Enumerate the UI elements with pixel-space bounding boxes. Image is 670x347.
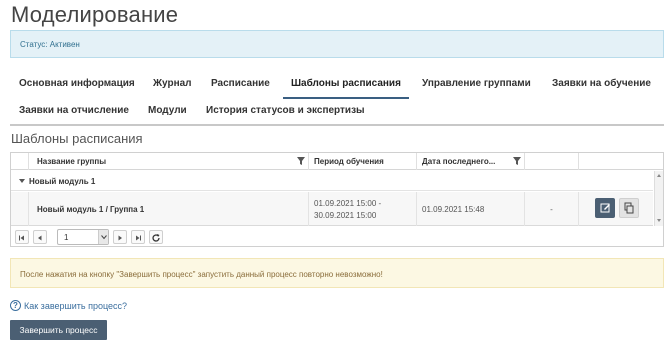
header-group-name[interactable]: Название группы: [29, 153, 309, 170]
cell-period-start: 01.09.2021 15:00 -: [314, 199, 382, 208]
header-group-name-label: Название группы: [37, 157, 107, 166]
last-page-button[interactable]: [131, 230, 145, 244]
header-col-4: [525, 153, 579, 170]
tab-status-history[interactable]: История статусов и экспертизы: [206, 105, 365, 116]
header-spacer: [11, 153, 29, 170]
table-row[interactable]: Новый модуль 1 / Группа 1 01.09.2021 15:…: [11, 192, 653, 226]
grid-header: Название группы Период обучения Дата пос…: [11, 153, 663, 170]
tab-modules[interactable]: Модули: [148, 105, 187, 116]
header-period[interactable]: Период обучения: [309, 153, 417, 170]
tab-journal[interactable]: Журнал: [153, 78, 192, 89]
chevron-down-icon: [101, 235, 107, 240]
last-page-icon: [136, 235, 141, 241]
edit-icon: [600, 203, 610, 213]
prev-page-icon: [38, 235, 42, 241]
help-link-text: Как завершить процесс?: [24, 301, 128, 311]
filter-icon[interactable]: [297, 157, 305, 165]
group-label: Новый модуль 1: [29, 177, 96, 186]
first-page-button[interactable]: [15, 230, 29, 244]
cell-group-name: Новый модуль 1 / Группа 1: [29, 192, 309, 226]
active-tab-underline: [283, 97, 409, 99]
cell-actions: [579, 192, 653, 226]
header-last-date-label: Дата последнего...: [422, 157, 496, 166]
status-text: Статус: Активен: [20, 40, 80, 49]
cell-last-date: 01.09.2021 15:48: [417, 192, 525, 226]
page-select-arrow[interactable]: [98, 230, 108, 244]
page-select[interactable]: 1: [57, 229, 109, 245]
next-page-button[interactable]: [113, 230, 127, 244]
tab-group-management[interactable]: Управление группами: [422, 78, 531, 89]
prev-page-button[interactable]: [33, 230, 47, 244]
refresh-button[interactable]: [149, 230, 163, 244]
warning-banner: После нажатия на кнопку "Завершить проце…: [10, 258, 664, 288]
tab-study-requests[interactable]: Заявки на обучение: [552, 78, 651, 89]
tab-expulsion-requests[interactable]: Заявки на отчисление: [19, 105, 129, 116]
pager: 1: [11, 227, 663, 246]
vertical-scrollbar[interactable]: [654, 171, 663, 226]
header-last-date[interactable]: Дата последнего...: [417, 153, 525, 170]
cell-period-end: 30.09.2021 15:00: [314, 211, 377, 220]
page-title: Моделирование: [11, 2, 179, 27]
first-page-icon: [19, 235, 24, 241]
copy-icon: [624, 202, 634, 214]
tab-bar: Основная информация Журнал Расписание Ша…: [10, 70, 664, 126]
edit-button[interactable]: [595, 198, 615, 218]
header-period-label: Период обучения: [314, 157, 384, 166]
tab-schedule-templates[interactable]: Шаблоны расписания: [283, 78, 409, 99]
tab-schedule[interactable]: Расписание: [211, 78, 270, 89]
tab-schedule-templates-label: Шаблоны расписания: [291, 78, 401, 89]
warning-text: После нажатия на кнопку "Завершить проце…: [20, 270, 383, 279]
refresh-icon: [152, 234, 160, 242]
header-actions: [579, 153, 663, 170]
scroll-down-icon[interactable]: [657, 219, 661, 222]
scroll-up-icon[interactable]: [657, 174, 661, 177]
collapse-triangle-icon[interactable]: [19, 179, 25, 183]
question-circle-icon: ?: [10, 300, 21, 311]
copy-button[interactable]: [619, 198, 639, 218]
status-banner: Статус: Активен: [10, 30, 664, 58]
finish-process-button[interactable]: Завершить процесс: [10, 320, 107, 340]
cell-period: 01.09.2021 15:00 - 30.09.2021 15:00: [309, 192, 417, 226]
cell-extra: -: [525, 192, 579, 226]
next-page-icon: [118, 235, 122, 241]
page-select-value: 1: [64, 233, 69, 242]
section-title: Шаблоны расписания: [11, 131, 143, 146]
schedule-templates-grid: Название группы Период обучения Дата пос…: [10, 152, 664, 247]
group-row[interactable]: Новый модуль 1: [11, 171, 653, 191]
row-indent: [11, 192, 29, 226]
tab-basic-info[interactable]: Основная информация: [19, 78, 135, 89]
filter-icon[interactable]: [513, 157, 521, 165]
